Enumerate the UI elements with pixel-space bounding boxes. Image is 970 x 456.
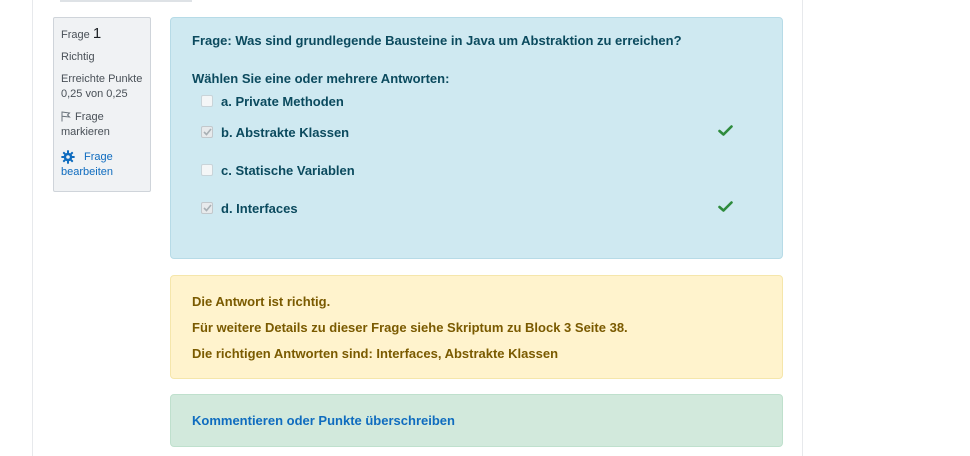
answer-option-a[interactable]: a. Private Methoden — [192, 89, 761, 113]
correct-check-icon — [718, 125, 733, 140]
edit-label-line1: Frage — [84, 151, 113, 163]
comment-override-link[interactable]: Kommentieren oder Punkte überschreiben — [192, 413, 455, 428]
flag-label-line2: markieren — [61, 126, 110, 138]
feedback-panel: Die Antwort ist richtig. Für weitere Det… — [170, 275, 783, 379]
answer-list: a. Private Methoden b. Abstrakte Klassen… — [192, 89, 761, 227]
feedback-correct-answers: Die richtigen Antworten sind: Interfaces… — [192, 346, 559, 361]
answer-label: a. Private Methoden — [221, 93, 344, 109]
flag-label: Frage markieren — [61, 110, 110, 140]
answer-option-d[interactable]: d. Interfaces — [192, 189, 761, 227]
question-info-box: Frage 1 Richtig Erreichte Punkte 0,25 vo… — [53, 17, 151, 192]
question-number-value: 1 — [92, 25, 102, 42]
question-number: Frage 1 — [61, 26, 143, 43]
correct-check-icon — [718, 201, 733, 216]
points-value: 0,25 von 0,25 — [61, 88, 128, 100]
question-status: Richtig — [61, 51, 95, 63]
feedback-details: Für weitere Details zu dieser Frage sieh… — [192, 320, 628, 335]
question-label: Frage — [61, 29, 90, 41]
flag-label-line1: Frage — [75, 111, 104, 123]
flag-question-link[interactable]: Frage markieren — [61, 110, 143, 140]
answer-label: c. Statische Variablen — [221, 162, 355, 178]
feedback-result: Die Antwort ist richtig. — [192, 294, 331, 309]
answer-label: d. Interfaces — [221, 200, 298, 216]
answer-checkbox[interactable] — [201, 95, 213, 107]
grade-info: Erreichte Punkte 0,25 von 0,25 — [61, 72, 143, 102]
comment-panel: Kommentieren oder Punkte überschreiben — [170, 394, 783, 447]
edit-question-link[interactable]: Frage bearbeiten — [61, 150, 143, 180]
edit-label: Frage bearbeiten — [61, 150, 113, 180]
points-label: Erreichte Punkte — [61, 73, 143, 85]
answer-label: b. Abstrakte Klassen — [221, 124, 350, 140]
answer-option-c[interactable]: c. Statische Variablen — [192, 151, 761, 189]
top-divider — [60, 0, 192, 2]
question-text: Frage: Was sind grundlegende Bausteine i… — [192, 33, 682, 48]
answer-prompt: Wählen Sie eine oder mehrere Antworten: — [192, 71, 450, 86]
question-panel: Frage: Was sind grundlegende Bausteine i… — [170, 17, 783, 259]
answer-checkbox-checked[interactable] — [201, 126, 213, 138]
answer-option-b[interactable]: b. Abstrakte Klassen — [192, 113, 761, 151]
edit-label-line2: bearbeiten — [61, 166, 113, 178]
flag-icon — [61, 110, 71, 127]
answer-checkbox[interactable] — [201, 164, 213, 176]
answer-checkbox-checked[interactable] — [201, 202, 213, 214]
